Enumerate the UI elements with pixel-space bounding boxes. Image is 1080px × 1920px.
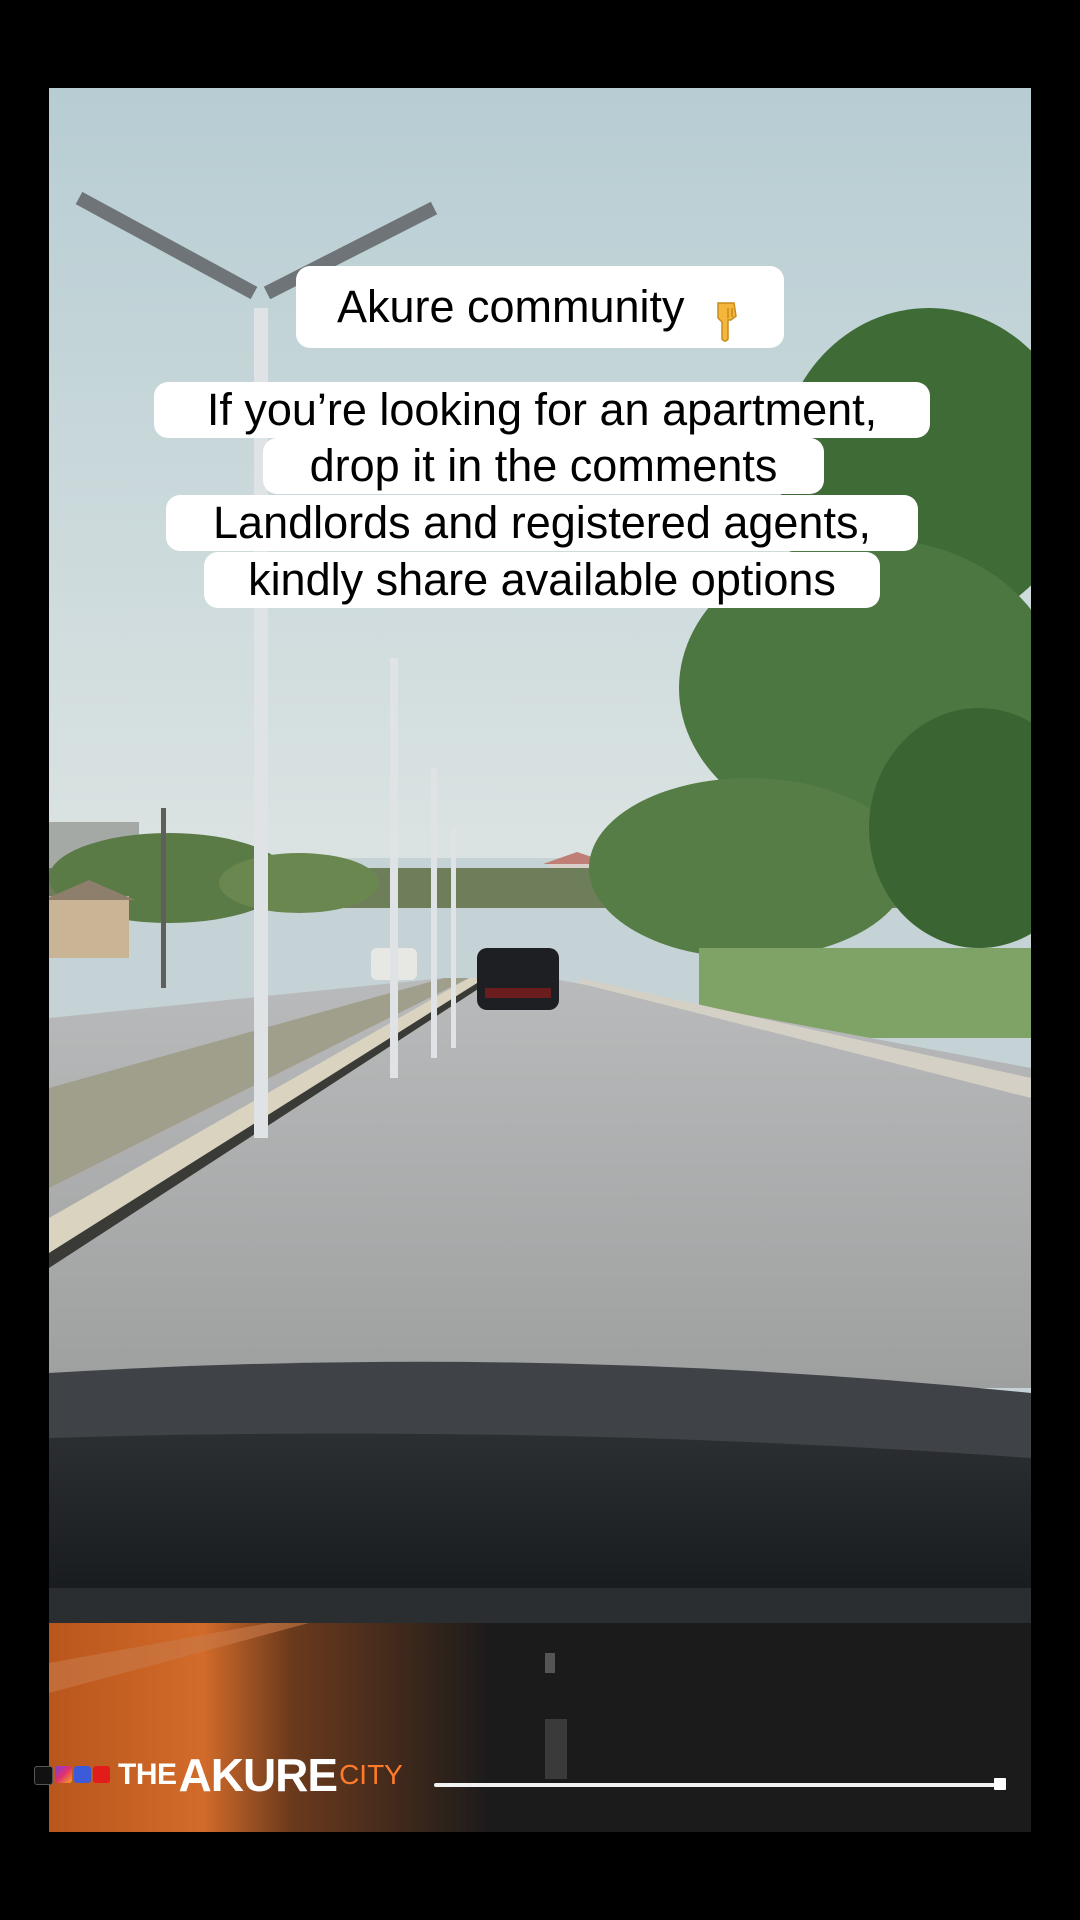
brand-prefix: THE bbox=[118, 1758, 177, 1791]
social-icons bbox=[34, 1765, 110, 1785]
caption-title-text: Akure community bbox=[336, 281, 685, 332]
brand-logo[interactable]: THE AKURE CITY bbox=[34, 1749, 403, 1801]
facebook-icon bbox=[74, 1765, 91, 1783]
brand-name: AKURE bbox=[178, 1749, 339, 1801]
caption-title: Akure community bbox=[296, 266, 784, 348]
caption-line-2: drop it in the comments bbox=[263, 438, 824, 494]
pointing-down-hand-icon bbox=[709, 288, 743, 342]
caption-line-4: kindly share available options bbox=[204, 552, 880, 608]
caption-line-3: Landlords and registered agents, bbox=[166, 495, 918, 551]
playback-progress-bar[interactable] bbox=[434, 1778, 1006, 1790]
youtube-icon bbox=[93, 1765, 110, 1783]
progress-thumb[interactable] bbox=[994, 1778, 1006, 1790]
brand-suffix: CITY bbox=[339, 1759, 403, 1790]
instagram-icon bbox=[55, 1765, 72, 1783]
caption-line-1: If you’re looking for an apartment, bbox=[154, 382, 930, 438]
tiktok-icon bbox=[34, 1765, 53, 1785]
